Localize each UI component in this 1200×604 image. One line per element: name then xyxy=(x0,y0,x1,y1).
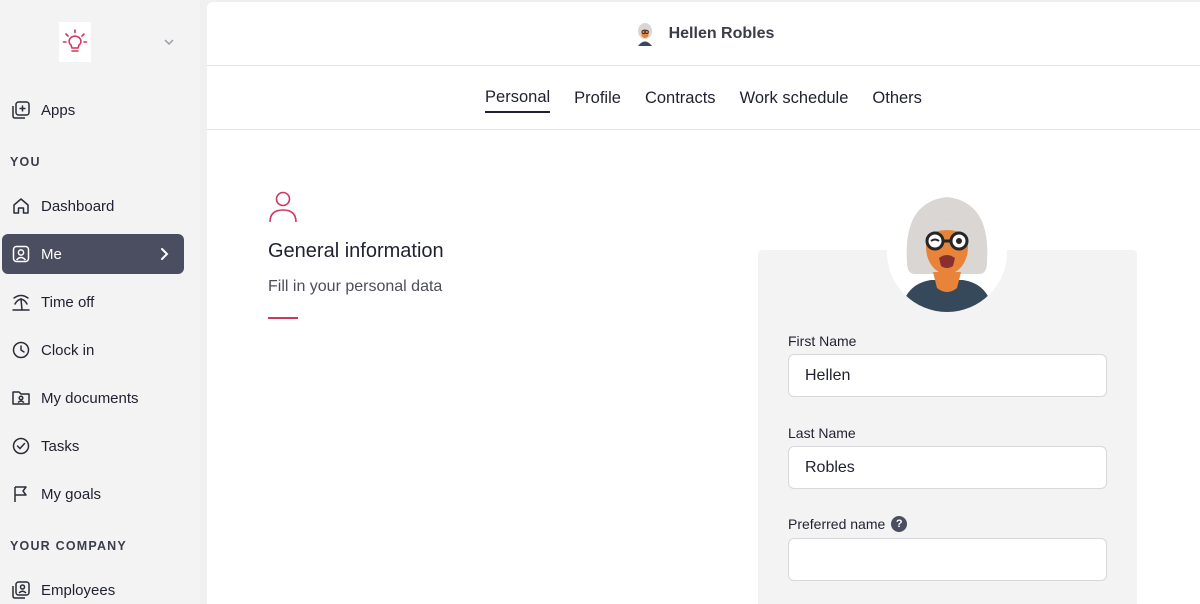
section-title: General information xyxy=(268,240,444,262)
main-panel: Hellen Robles Personal Profile Contracts… xyxy=(207,2,1200,604)
sidebar-item-apps[interactable]: Apps xyxy=(2,90,184,130)
sidebar-item-tasks[interactable]: Tasks xyxy=(2,426,184,466)
lightbulb-icon xyxy=(62,29,88,52)
last-name-label: Last Name xyxy=(788,425,856,441)
profile-header: Hellen Robles xyxy=(207,2,1200,66)
company-logo[interactable] xyxy=(59,22,91,62)
section-label-you: YOU xyxy=(10,155,41,169)
tab-profile[interactable]: Profile xyxy=(574,83,621,112)
folder-user-icon xyxy=(11,388,31,408)
avatar xyxy=(637,22,652,46)
flag-icon xyxy=(11,484,31,504)
tab-personal[interactable]: Personal xyxy=(485,82,551,113)
sidebar-item-my-goals[interactable]: My goals xyxy=(2,474,184,514)
last-name-input[interactable] xyxy=(788,446,1107,489)
preferred-name-label: Preferred name xyxy=(788,516,886,532)
sidebar-item-time-off[interactable]: Time off xyxy=(2,282,184,322)
sidebar: Apps YOU Dashboard Me Time off Clock in xyxy=(0,0,200,604)
check-circle-icon xyxy=(11,436,31,456)
section-subtitle: Fill in your personal data xyxy=(268,278,443,295)
preferred-name-input[interactable] xyxy=(788,538,1107,581)
clock-icon xyxy=(11,340,31,360)
sidebar-item-clock-in[interactable]: Clock in xyxy=(2,330,184,370)
tab-others[interactable]: Others xyxy=(872,83,922,112)
sidebar-item-label: Time off xyxy=(41,293,95,311)
sidebar-item-me[interactable]: Me xyxy=(2,234,184,274)
chevron-right-icon xyxy=(158,246,172,262)
apps-icon xyxy=(11,100,31,120)
profile-avatar[interactable] xyxy=(887,192,1007,312)
home-icon xyxy=(11,196,31,216)
help-icon[interactable]: ? xyxy=(891,516,908,533)
user-name: Hellen Robles xyxy=(668,24,775,42)
tab-contracts[interactable]: Contracts xyxy=(645,83,716,112)
tab-work-schedule[interactable]: Work schedule xyxy=(740,83,849,112)
section-label-company: YOUR COMPANY xyxy=(10,539,127,553)
sidebar-item-label: Tasks xyxy=(41,437,80,455)
chevron-down-icon[interactable] xyxy=(162,35,178,49)
accent-divider xyxy=(268,317,298,319)
palm-tree-icon xyxy=(11,292,31,312)
sidebar-item-dashboard[interactable]: Dashboard xyxy=(2,186,184,226)
sidebar-item-employees[interactable]: Employees xyxy=(2,570,184,604)
sidebar-item-label: Apps xyxy=(41,101,76,119)
users-icon xyxy=(11,580,31,600)
sidebar-item-label: My goals xyxy=(41,485,102,503)
sidebar-item-my-documents[interactable]: My documents xyxy=(2,378,184,418)
user-icon xyxy=(267,190,299,224)
first-name-input[interactable] xyxy=(788,354,1107,397)
first-name-label: First Name xyxy=(788,333,857,349)
profile-tabs: Personal Profile Contracts Work schedule… xyxy=(207,66,1200,130)
sidebar-item-label: My documents xyxy=(41,389,139,407)
sidebar-item-label: Dashboard xyxy=(41,197,115,215)
preferred-name-label-row: Preferred name? xyxy=(788,516,908,533)
sidebar-item-label: Clock in xyxy=(41,341,95,359)
user-badge-icon xyxy=(11,244,31,264)
sidebar-item-label: Employees xyxy=(41,581,116,599)
sidebar-item-label: Me xyxy=(41,245,62,263)
